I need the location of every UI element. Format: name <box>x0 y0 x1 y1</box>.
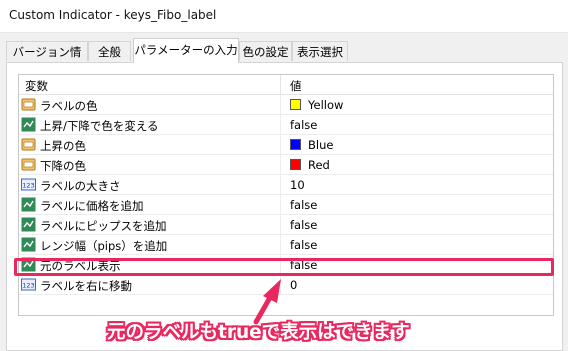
table-row[interactable]: ラベルの色 Yellow <box>19 95 553 115</box>
table-row[interactable]: 123 ラベルの大きさ 10 <box>19 175 553 195</box>
bool-icon <box>21 117 36 132</box>
title-bar: Custom Indicator - keys_Fibo_label <box>0 0 568 33</box>
column-header-variable: 変数 <box>25 79 48 93</box>
number-icon: 123 <box>21 177 36 192</box>
annotation-text: 元のラベルもtrueで表示はできます <box>107 322 410 343</box>
table-row[interactable]: 下降の色 Red <box>19 155 553 175</box>
tab-version-info[interactable]: バージョン情報 <box>6 41 88 79</box>
table-header: 変数 値 <box>19 75 553 95</box>
svg-text:123: 123 <box>22 282 34 290</box>
parameter-value[interactable]: 10 <box>290 178 305 192</box>
number-icon: 123 <box>21 277 36 292</box>
parameter-name: ラベルの大きさ <box>40 179 121 193</box>
color-icon <box>21 157 36 172</box>
color-swatch[interactable] <box>290 159 301 170</box>
parameter-value[interactable]: false <box>290 118 317 132</box>
table-row[interactable]: ラベルに価格を追加 false <box>19 195 553 215</box>
parameter-name: 上昇/下降で色を変える <box>40 119 159 133</box>
tab-color-settings[interactable]: 色の設定 <box>239 41 292 61</box>
parameter-name: 上昇の色 <box>40 139 86 153</box>
column-header-value: 値 <box>290 79 302 93</box>
parameter-name: ラベルの色 <box>40 99 98 113</box>
parameter-value[interactable]: Blue <box>308 138 333 152</box>
parameter-name: ラベルにピップスを追加 <box>40 219 167 233</box>
parameter-name: ラベルを右に移動 <box>40 279 132 293</box>
color-icon <box>21 137 36 152</box>
tab-general[interactable]: 全般 <box>88 41 131 61</box>
parameter-name: ラベルに価格を追加 <box>40 199 144 213</box>
bool-icon <box>21 237 36 252</box>
table-row[interactable]: ラベルにピップスを追加 false <box>19 215 553 235</box>
parameter-value[interactable]: 0 <box>290 278 297 292</box>
color-icon <box>21 97 36 112</box>
parameter-value[interactable]: false <box>290 218 317 232</box>
table-row[interactable]: 元のラベル表示 false <box>19 255 553 275</box>
table-row[interactable]: 上昇の色 Blue <box>19 135 553 155</box>
parameter-name: 元のラベル表示 <box>40 259 121 273</box>
parameter-name: レンジ幅（pips）を追加 <box>40 239 168 253</box>
table-row[interactable]: 上昇/下降で色を変える false <box>19 115 553 135</box>
color-swatch[interactable] <box>290 139 301 150</box>
parameter-value[interactable]: Red <box>308 158 330 172</box>
parameter-value[interactable]: false <box>290 198 317 212</box>
bool-icon <box>21 197 36 212</box>
parameter-value[interactable]: false <box>290 258 317 272</box>
tab-display-selection[interactable]: 表示選択 <box>292 41 348 61</box>
svg-text:123: 123 <box>22 182 34 190</box>
parameter-name: 下降の色 <box>40 159 86 173</box>
bool-icon <box>21 217 36 232</box>
parameter-value[interactable]: Yellow <box>308 98 343 112</box>
window-title: Custom Indicator - keys_Fibo_label <box>9 8 217 22</box>
color-swatch[interactable] <box>290 99 301 110</box>
bool-icon <box>21 257 36 272</box>
tab-parameters[interactable]: パラメーターの入力 <box>133 38 239 63</box>
parameter-value[interactable]: false <box>290 238 317 252</box>
table-row[interactable]: レンジ幅（pips）を追加 false <box>19 235 553 255</box>
